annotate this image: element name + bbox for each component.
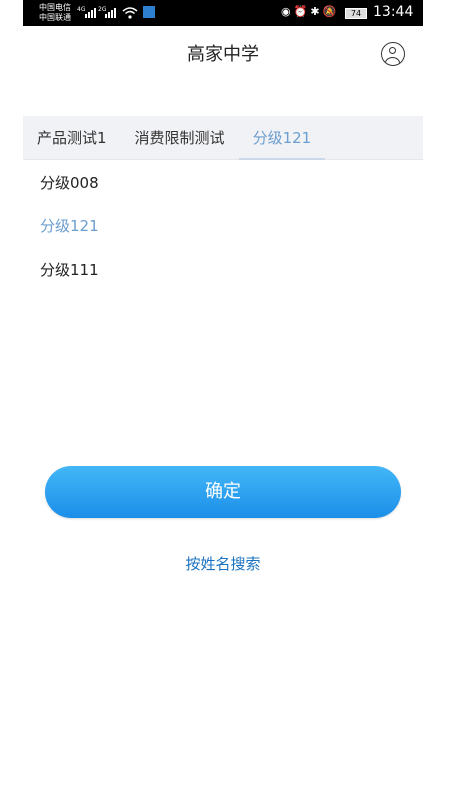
- page-title: 高家中学: [187, 44, 259, 65]
- status-icons: ◉⏰✱🔕: [281, 5, 339, 18]
- status-bar: 中国电信 中国联通 4G 2G ◉⏰✱🔕 74 13:44: [23, 0, 423, 26]
- tab-product-test[interactable]: 产品测试1: [23, 116, 121, 160]
- signal-icon: [105, 7, 116, 18]
- tab-bar: 产品测试1 消费限制测试 分级121: [23, 116, 423, 160]
- list-item[interactable]: 分级111: [40, 259, 99, 280]
- bluetooth-icon: ✱: [310, 5, 323, 18]
- list-item-selected[interactable]: 分级121: [40, 215, 99, 236]
- tab-grade-121[interactable]: 分级121: [238, 116, 326, 160]
- user-icon[interactable]: [381, 42, 405, 66]
- search-by-name-link[interactable]: 按姓名搜索: [23, 553, 423, 574]
- tab-consumption-limit-test[interactable]: 消费限制测试: [121, 116, 239, 160]
- carrier-1: 中国电信: [39, 3, 71, 12]
- mute-icon: 🔕: [322, 5, 340, 18]
- carrier-2: 中国联通: [39, 13, 71, 22]
- clock: 13:44: [373, 4, 414, 20]
- signal-icon: [85, 7, 96, 18]
- app-screen: 中国电信 中国联通 4G 2G ◉⏰✱🔕 74 13:44 高家中学 产品测试1…: [23, 0, 423, 800]
- battery-icon: 74: [345, 8, 367, 19]
- wifi-icon: [122, 7, 138, 19]
- confirm-button[interactable]: 确定: [45, 466, 401, 518]
- app-icon: [143, 6, 155, 18]
- list-item[interactable]: 分级008: [40, 172, 99, 193]
- alarm-icon: ⏰: [293, 5, 311, 18]
- carrier-labels: 中国电信 中国联通: [39, 3, 71, 23]
- eye-icon: ◉: [281, 5, 294, 18]
